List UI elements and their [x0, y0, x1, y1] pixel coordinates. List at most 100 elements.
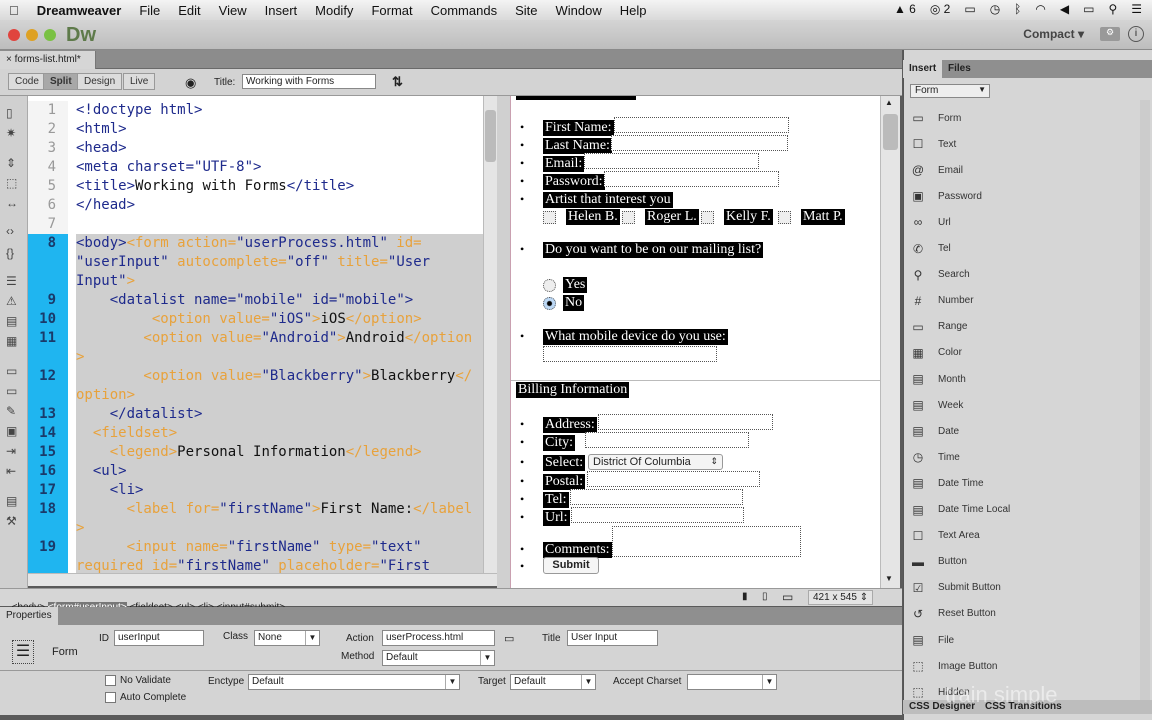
minimize-window-button[interactable] [26, 29, 38, 41]
file-management-icon[interactable]: ⇅ [392, 74, 403, 90]
battery-icon[interactable]: ▭ [1083, 2, 1094, 16]
insert-item-image-button[interactable]: ⬚ Image Button [910, 656, 997, 676]
billing-input[interactable] [598, 414, 773, 430]
code-line[interactable]: > [28, 348, 483, 367]
insert-item-date-time[interactable]: ▤ Date Time [910, 473, 983, 493]
collapse-selection-icon[interactable]: ⬚ [6, 176, 17, 190]
notification-list-icon[interactable]: ☰ [1131, 2, 1142, 16]
code-line[interactable]: 13 </datalist> [28, 405, 483, 424]
select-parent-tag-icon[interactable]: ‹› [6, 224, 14, 238]
code-line[interactable]: 1 <!doctype html> [28, 101, 483, 120]
menu-view[interactable]: View [210, 3, 256, 18]
menu-site[interactable]: Site [506, 3, 546, 18]
remove-comment-icon[interactable]: ▭ [6, 384, 17, 398]
personal-input[interactable] [584, 153, 759, 169]
comments-textarea[interactable] [612, 526, 801, 557]
title-prop-input[interactable]: User Input [567, 630, 658, 646]
code-line[interactable]: 7 [28, 215, 483, 234]
enctype-select[interactable]: Default ▼ [248, 674, 460, 690]
apple-icon[interactable]:  [0, 3, 28, 18]
submit-button[interactable]: Submit [543, 557, 599, 574]
live-view-button[interactable]: Live [123, 73, 156, 90]
code-line[interactable]: 16 <ul> [28, 462, 483, 481]
menu-commands[interactable]: Commands [422, 3, 506, 18]
insert-item-submit-button[interactable]: ☑ Submit Button [910, 578, 1001, 598]
menu-file[interactable]: File [130, 3, 169, 18]
mailing-radio[interactable] [543, 279, 556, 292]
design-view-button[interactable]: Design [77, 73, 123, 90]
tab-insert[interactable]: Insert [903, 60, 943, 78]
expand-all-icon[interactable]: ↔ [6, 196, 18, 210]
apply-comment-icon[interactable]: ▭ [6, 364, 17, 378]
design-view[interactable]: • First Name: • Last Name: • Email: • Password:… [510, 96, 880, 588]
close-window-button[interactable] [8, 29, 20, 41]
insert-item-url[interactable]: ∞ Url [910, 212, 951, 232]
code-horizontal-scrollbar[interactable] [28, 573, 497, 586]
recent-snippets-icon[interactable]: ▣ [6, 424, 17, 438]
code-view-button[interactable]: Code [8, 73, 46, 90]
tab-files[interactable]: Files [942, 60, 977, 78]
artist-checkbox[interactable] [701, 211, 714, 224]
insert-item-tel[interactable]: ✆ Tel [910, 239, 951, 259]
code-line[interactable]: 11 <option value="Android">Android</opti… [28, 329, 483, 348]
insert-item-search[interactable]: ⚲ Search [910, 265, 970, 285]
move-css-icon[interactable]: ⇥ [6, 444, 16, 458]
insert-item-button[interactable]: ▬ Button [910, 552, 967, 572]
time-machine-icon[interactable]: ◷ [990, 2, 1000, 16]
close-tab-icon[interactable]: × [6, 54, 15, 65]
billing-input[interactable] [587, 471, 760, 487]
title-input[interactable]: Working with Forms [242, 74, 376, 89]
volume-icon[interactable]: ◀ [1060, 2, 1069, 16]
word-wrap-icon[interactable]: ▤ [6, 314, 17, 328]
info-icon[interactable]: i [1128, 26, 1144, 42]
class-select[interactable]: None ▼ [254, 630, 320, 646]
code-line[interactable]: Input"> [28, 272, 483, 291]
code-line[interactable]: 8 <body><form action="userProcess.html" i… [28, 234, 483, 253]
mailing-radio[interactable] [543, 297, 556, 310]
no-validate-checkbox[interactable] [105, 675, 116, 686]
target-select[interactable]: Default ▼ [510, 674, 596, 690]
insert-item-time[interactable]: ◷ Time [910, 447, 960, 467]
code-scroll-thumb[interactable] [485, 110, 496, 162]
code-line[interactable]: 14 <fieldset> [28, 424, 483, 443]
scroll-down-arrow-icon[interactable]: ▼ [885, 574, 893, 583]
menu-help[interactable]: Help [611, 3, 656, 18]
code-line[interactable]: 4 <meta charset="UTF-8"> [28, 158, 483, 177]
window-size-select[interactable]: 421 x 545 ⇕ [808, 590, 874, 605]
insert-item-number[interactable]: # Number [910, 291, 974, 311]
insert-item-date[interactable]: ▤ Date [910, 421, 959, 441]
accept-charset-select[interactable]: ▼ [687, 674, 777, 690]
zoom-window-button[interactable] [44, 29, 56, 41]
scroll-up-arrow-icon[interactable]: ▲ [885, 98, 893, 107]
insert-item-month[interactable]: ▤ Month [910, 369, 965, 389]
personal-input[interactable] [611, 135, 788, 151]
code-line[interactable]: 15 <legend>Personal Information</legend> [28, 443, 483, 462]
tablet-size-icon[interactable]: ▯ [762, 591, 768, 602]
workspace-switcher[interactable]: Compact ▾ [1023, 27, 1084, 41]
sync-settings-icon[interactable]: ⚙ [1100, 27, 1120, 41]
artist-checkbox[interactable] [543, 211, 556, 224]
menu-insert[interactable]: Insert [256, 3, 307, 18]
insert-item-color[interactable]: ▦ Color [910, 343, 962, 363]
code-line[interactable]: 10 <option value="iOS">iOS</option> [28, 310, 483, 329]
open-documents-icon[interactable]: ▯ [6, 106, 13, 120]
code-line[interactable]: 12 <option value="Blackberry">Blackberry… [28, 367, 483, 386]
menu-edit[interactable]: Edit [169, 3, 209, 18]
code-line[interactable]: 6 </head> [28, 196, 483, 215]
id-input[interactable]: userInput [114, 630, 204, 646]
artist-checkbox[interactable] [622, 211, 635, 224]
menu-app[interactable]: Dreamweaver [28, 3, 131, 18]
bluetooth-icon[interactable]: ᛒ [1014, 2, 1021, 16]
code-editor[interactable]: 1 <!doctype html> 2 <html> 3 <head> 4 <meta cha… [28, 96, 483, 573]
code-line[interactable]: > [28, 519, 483, 538]
properties-tab[interactable]: Properties [0, 607, 58, 625]
code-line[interactable]: 18 <label for="firstName">First Name:</l… [28, 500, 483, 519]
creative-cloud-icon[interactable]: ◎ 2 [930, 2, 951, 16]
highlight-invalid-code-icon[interactable]: ⚠ [6, 294, 17, 308]
code-line[interactable]: 9 <datalist name="mobile" id="mobile"> [28, 291, 483, 310]
line-numbers-icon[interactable]: ☰ [6, 274, 17, 288]
collapse-full-tag-icon[interactable]: ⇕ [6, 156, 16, 170]
format-source-icon[interactable]: ▤ [6, 494, 17, 508]
insert-item-week[interactable]: ▤ Week [910, 395, 963, 415]
insert-item-text[interactable]: ☐ Text [910, 134, 957, 154]
